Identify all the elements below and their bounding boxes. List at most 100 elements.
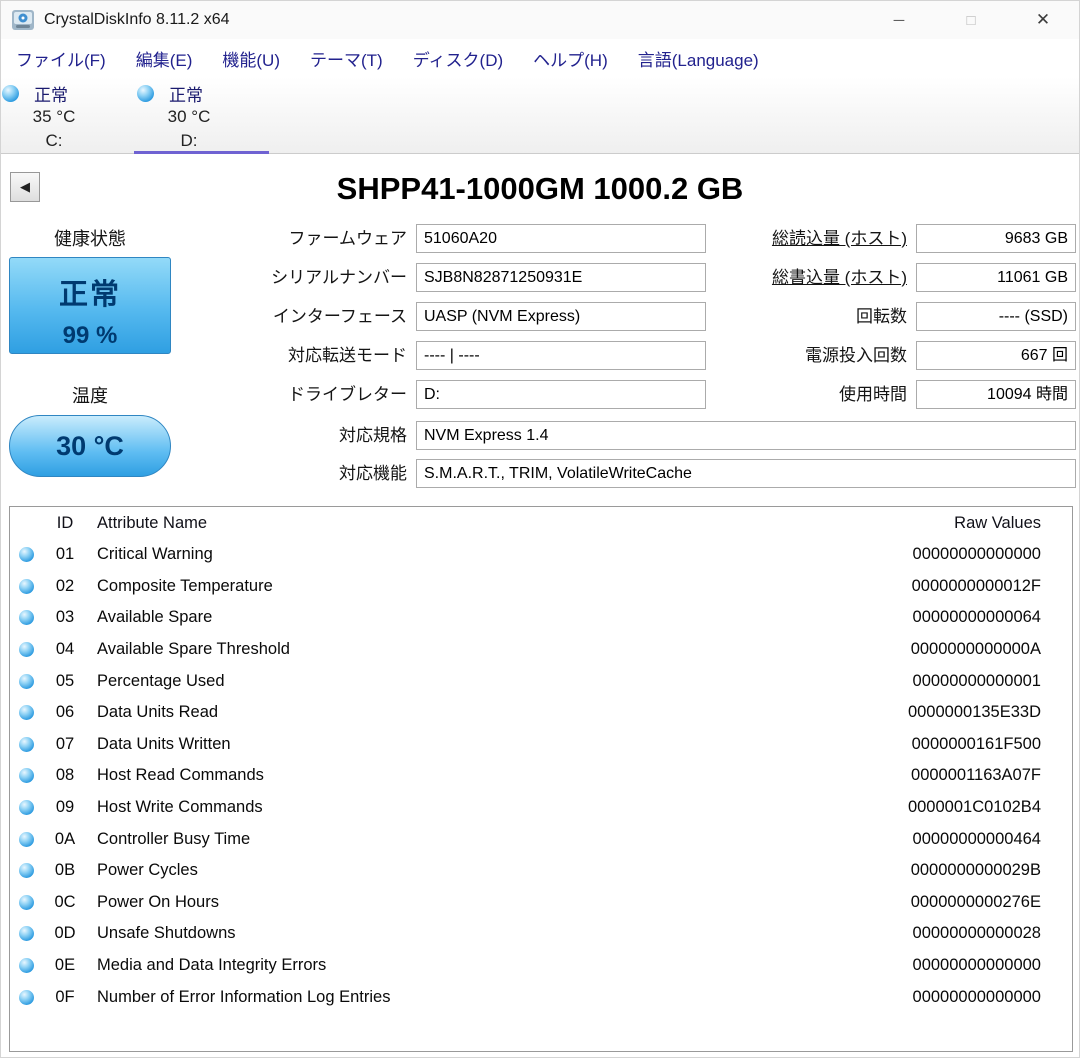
smart-attribute-row[interactable]: 0D Unsafe Shutdowns 00000000000028 (10, 918, 1072, 950)
attribute-name: Data Units Written (97, 734, 231, 753)
menu-item[interactable]: ヘルプ(H) (518, 46, 623, 71)
attribute-name: Media and Data Integrity Errors (97, 956, 327, 975)
attribute-id: 06 (55, 703, 75, 722)
smart-attribute-row[interactable]: 0E Media and Data Integrity Errors 0000000… (10, 950, 1072, 982)
attribute-name: Host Write Commands (97, 798, 263, 817)
attribute-id: 01 (55, 545, 75, 564)
attribute-raw-value: 0000000135E33D (907, 703, 1041, 722)
smart-attribute-row[interactable]: 04 Available Spare Threshold 0000000000000… (10, 634, 1072, 666)
smart-attribute-row[interactable]: 0A Controller Busy Time 00000000000464 (10, 823, 1072, 855)
minimize-button[interactable]: ─ (863, 1, 935, 39)
status-dot-icon (18, 831, 34, 847)
id-column-header[interactable]: ID (42, 514, 88, 533)
attribute-id: 09 (55, 798, 75, 817)
drive-tab-C[interactable]: 正常 35 °C C: (1, 77, 136, 153)
field-label: 電源投入回数 (805, 346, 907, 365)
field-label: 回転数 (856, 307, 907, 326)
status-dot-icon (18, 547, 34, 563)
smart-attribute-row[interactable]: 06 Data Units Read 0000000135E33D (10, 697, 1072, 729)
menu-item[interactable]: 言語(Language) (623, 46, 774, 71)
field-row: 対応転送モード ---- | ---- (1, 341, 706, 370)
attribute-id: 0E (54, 956, 76, 975)
menu-item[interactable]: ファイル(F) (1, 46, 121, 71)
smart-attribute-row[interactable]: 01 Critical Warning 00000000000000 (10, 539, 1072, 571)
menu-item[interactable]: テーマ(T) (295, 46, 398, 71)
attribute-raw-value: 0000000000029B (910, 861, 1041, 880)
attribute-raw-value: 00000000000028 (912, 924, 1041, 943)
smart-attribute-row[interactable]: 08 Host Read Commands 0000001163A07F (10, 760, 1072, 792)
attribute-raw-value: 0000000161F500 (911, 734, 1041, 753)
field-value: 10094 時間 (916, 380, 1076, 409)
app-icon (11, 8, 35, 32)
field-row: 総読込量 (ホスト) 9683 GB (706, 224, 1076, 253)
smart-attribute-row[interactable]: 0B Power Cycles 0000000000029B (10, 855, 1072, 887)
attribute-raw-value: 0000000000012F (911, 576, 1041, 595)
menu-item[interactable]: ディスク(D) (398, 46, 518, 71)
status-dot-icon (18, 863, 34, 879)
disk-info-panel: ◀ SHPP41-1000GM 1000.2 GB 健康状態 正常 99 % 温… (1, 154, 1079, 506)
drive-temperature: 30 °C (167, 107, 211, 126)
attribute-id: 07 (55, 734, 75, 753)
attribute-raw-value: 00000000000001 (912, 671, 1041, 690)
drive-health-label: 正常 (34, 85, 68, 105)
drive-letter: C: (45, 131, 63, 150)
window-title: CrystalDiskInfo 8.11.2 x64 (44, 11, 230, 28)
maximize-button[interactable]: □ (935, 1, 1007, 39)
field-label: インターフェース (272, 307, 407, 326)
status-dot-icon (18, 705, 34, 721)
field-value: NVM Express 1.4 (416, 421, 1076, 450)
field-value: D: (416, 380, 706, 409)
attribute-id: 05 (55, 671, 75, 690)
attribute-name: Controller Busy Time (97, 829, 251, 848)
attribute-raw-value: 00000000000000 (912, 987, 1041, 1006)
close-button[interactable]: ✕ (1007, 1, 1079, 39)
raw-column-header[interactable]: Raw Values (822, 514, 1072, 533)
smart-table-body: 01 Critical Warning 00000000000000 02 Compos… (10, 539, 1072, 1013)
field-value: 51060A20 (416, 224, 706, 253)
field-value: ---- | ---- (416, 341, 706, 370)
status-dot-icon (18, 894, 34, 910)
field-row: シリアルナンバー SJB8N82871250931E (1, 263, 706, 292)
attribute-id: 0F (55, 987, 75, 1006)
health-status-icon (137, 84, 154, 102)
status-dot-icon (18, 800, 34, 816)
field-row: 使用時間 10094 時間 (706, 380, 1076, 409)
menu-bar: ファイル(F) 編集(E) 機能(U) テーマ(T) ディスク(D) ヘルプ(H) 言語(L… (1, 39, 1079, 77)
menu-item[interactable]: 編集(E) (121, 46, 208, 71)
smart-attribute-row[interactable]: 0F Number of Error Information Log Entrie… (10, 981, 1072, 1013)
field-label[interactable]: 総書込量 (ホスト) (706, 263, 916, 292)
attribute-name: Data Units Read (97, 703, 219, 722)
field-row: ドライブレター D: (1, 380, 706, 409)
attribute-name: Available Spare (97, 608, 213, 627)
menu-item[interactable]: 機能(U) (207, 46, 295, 71)
smart-attribute-row[interactable]: 02 Composite Temperature 0000000000012F (10, 571, 1072, 603)
field-row: 電源投入回数 667 回 (706, 341, 1076, 370)
attribute-raw-value: 0000000000276E (910, 892, 1041, 911)
attribute-raw-value: 0000000000000A (910, 640, 1041, 659)
name-column-header[interactable]: Attribute Name (88, 514, 822, 533)
attribute-name: Critical Warning (97, 545, 213, 564)
attribute-name: Percentage Used (97, 671, 225, 690)
title-bar: CrystalDiskInfo 8.11.2 x64 ─ □ ✕ (1, 1, 1079, 39)
status-dot-icon (18, 673, 34, 689)
smart-attribute-row[interactable]: 05 Percentage Used 00000000000001 (10, 665, 1072, 697)
smart-attribute-row[interactable]: 0C Power On Hours 0000000000276E (10, 887, 1072, 919)
field-label[interactable]: 総読込量 (ホスト) (706, 224, 916, 253)
drive-selector: 正常 35 °C C: 正常 30 °C D: (1, 77, 1079, 154)
field-value: ---- (SSD) (916, 302, 1076, 331)
field-row: 対応規格 NVM Express 1.4 (1, 421, 1076, 450)
attribute-name: Unsafe Shutdowns (97, 924, 236, 943)
attribute-id: 0C (54, 892, 76, 911)
attribute-id: 0D (54, 924, 76, 943)
health-status-icon (2, 84, 19, 102)
field-value: 9683 GB (916, 224, 1076, 253)
drive-tab-D[interactable]: 正常 30 °C D: (134, 77, 271, 154)
field-row: 対応機能 S.M.A.R.T., TRIM, VolatileWriteCache (1, 459, 1076, 488)
field-value: 667 回 (916, 341, 1076, 370)
smart-attribute-row[interactable]: 03 Available Spare 00000000000064 (10, 602, 1072, 634)
smart-attribute-row[interactable]: 07 Data Units Written 0000000161F500 (10, 729, 1072, 761)
status-dot-icon (18, 642, 34, 658)
smart-attribute-row[interactable]: 09 Host Write Commands 0000001C0102B4 (10, 792, 1072, 824)
field-value: S.M.A.R.T., TRIM, VolatileWriteCache (416, 459, 1076, 488)
attribute-name: Number of Error Information Log Entries (97, 987, 391, 1006)
